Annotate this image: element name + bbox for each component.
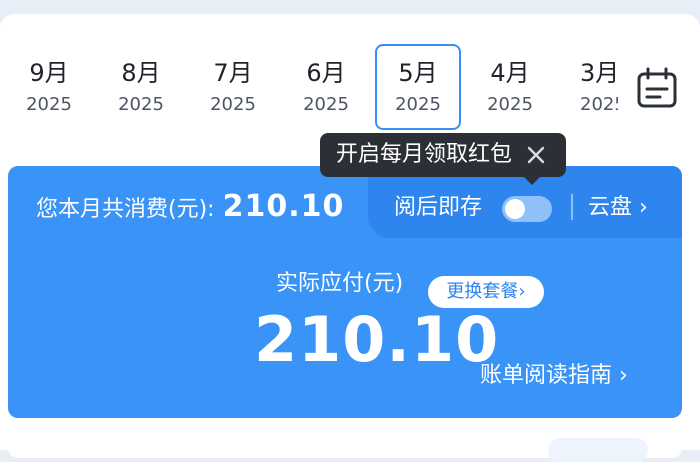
month-label: 8月 bbox=[121, 59, 161, 87]
year-label: 2025 bbox=[118, 94, 164, 115]
month-label: 5月 bbox=[398, 59, 438, 87]
year-label: 2025 bbox=[487, 94, 533, 115]
month-tab-4[interactable]: 4月 2025 bbox=[467, 44, 553, 130]
month-tab-7[interactable]: 7月 2025 bbox=[190, 44, 276, 130]
month-tab-3[interactable]: 3月 2025 bbox=[558, 44, 618, 130]
month-tab-5[interactable]: 5月 2025 bbox=[375, 44, 461, 130]
year-label: 2025 bbox=[580, 94, 618, 115]
bill-guide-link[interactable]: 账单阅读指南 › bbox=[480, 362, 628, 390]
month-tab-8[interactable]: 8月 2025 bbox=[98, 44, 184, 130]
red-packet-tooltip: 开启每月领取红包 bbox=[320, 133, 566, 185]
toggle-knob bbox=[505, 199, 525, 219]
year-label: 2025 bbox=[303, 94, 349, 115]
month-label: 3月 bbox=[580, 59, 618, 87]
consumption-amount: 210.10 bbox=[222, 189, 345, 224]
actual-payable-label: 实际应付(元) bbox=[276, 271, 404, 296]
calendar-icon bbox=[637, 67, 677, 108]
close-icon[interactable] bbox=[524, 143, 548, 167]
year-label: 2025 bbox=[210, 94, 256, 115]
actual-payable-amount: 210.10 bbox=[254, 303, 500, 376]
tooltip-arrow bbox=[524, 177, 540, 185]
read-and-save-label: 阅后即存 bbox=[394, 195, 483, 220]
next-section-button[interactable] bbox=[548, 438, 648, 462]
month-label: 9月 bbox=[29, 59, 69, 87]
cloud-drive-link[interactable]: 云盘 › bbox=[588, 194, 648, 222]
month-label: 4月 bbox=[490, 59, 530, 87]
divider bbox=[571, 194, 573, 220]
consumption-label: 您本月共消费(元): bbox=[36, 197, 215, 222]
close-icon-glyph bbox=[527, 146, 545, 164]
tooltip-text: 开启每月领取红包 bbox=[336, 142, 513, 167]
month-tab-6[interactable]: 6月 2025 bbox=[283, 44, 369, 130]
calendar-button[interactable] bbox=[634, 66, 680, 112]
year-label: 2025 bbox=[26, 94, 72, 115]
month-label: 6月 bbox=[306, 59, 346, 87]
year-label: 2025 bbox=[395, 94, 441, 115]
month-tab-9[interactable]: 9月 2025 bbox=[6, 44, 92, 130]
read-and-save-toggle[interactable] bbox=[502, 196, 552, 222]
month-label: 7月 bbox=[213, 59, 253, 87]
bill-summary-card: 您本月共消费(元): 210.10 阅后即存 云盘 › 实际应付(元) 更换套餐›… bbox=[8, 166, 682, 418]
top-strip bbox=[0, 0, 700, 14]
monthly-consumption: 您本月共消费(元): 210.10 bbox=[36, 192, 344, 225]
month-tabs: 9月 2025 8月 2025 7月 2025 6月 2025 5月 2025 … bbox=[0, 40, 618, 136]
